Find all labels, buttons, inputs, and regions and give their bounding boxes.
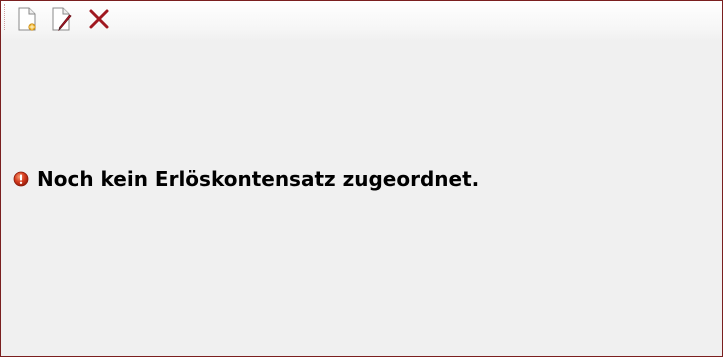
warning-icon — [13, 171, 29, 187]
new-button[interactable] — [15, 7, 39, 31]
toolbar-grip[interactable] — [4, 4, 7, 30]
message-text: Noch kein Erlöskontensatz zugeordnet. — [37, 167, 480, 191]
new-document-icon — [18, 7, 36, 31]
edit-button[interactable] — [50, 7, 74, 31]
window-frame: Noch kein Erlöskontensatz zugeordnet. — [0, 0, 723, 357]
delete-icon — [89, 9, 109, 29]
delete-button[interactable] — [87, 7, 111, 31]
status-message: Noch kein Erlöskontensatz zugeordnet. — [13, 167, 479, 191]
toolbar — [1, 1, 722, 41]
edit-document-icon — [52, 7, 72, 31]
